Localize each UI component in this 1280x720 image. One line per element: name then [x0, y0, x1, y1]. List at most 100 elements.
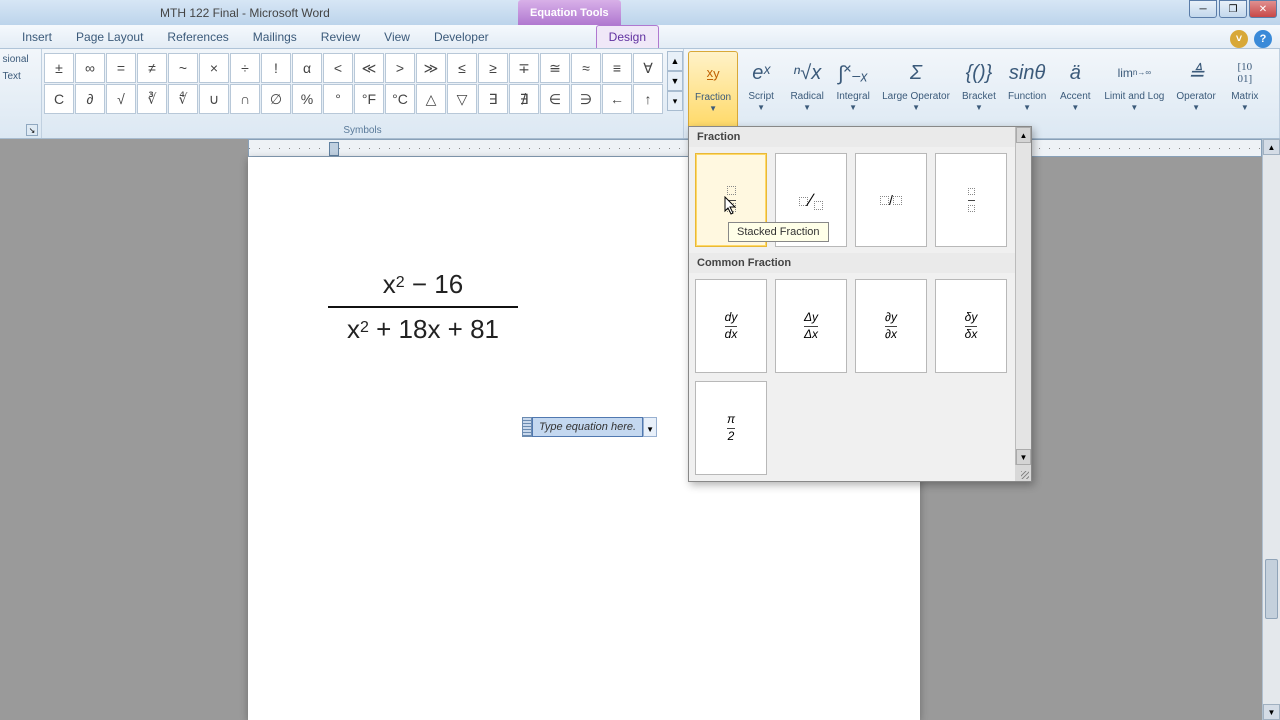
symbol-button[interactable]: ≥ [478, 53, 508, 83]
symbol-button[interactable]: α [292, 53, 322, 83]
tab-developer[interactable]: Developer [422, 26, 501, 48]
symbol-button[interactable]: ≅ [540, 53, 570, 83]
symbol-button[interactable]: ≠ [137, 53, 167, 83]
symbol-button[interactable]: ! [261, 53, 291, 83]
vertical-scrollbar[interactable]: ▲ ▼ [1262, 139, 1280, 720]
symbol-button[interactable]: ∀ [633, 53, 663, 83]
gallery-item-common-fraction[interactable]: ΔyΔx [775, 279, 847, 373]
tab-design[interactable]: Design [596, 25, 659, 48]
symbol-button[interactable]: ° [323, 84, 353, 114]
tools-professional[interactable]: sional [1, 51, 41, 68]
minimize-button[interactable]: ─ [1189, 0, 1217, 18]
symbol-button[interactable]: ↑ [633, 84, 663, 114]
equation-placeholder-dropdown[interactable]: ▼ [643, 417, 657, 437]
close-button[interactable]: ✕ [1249, 0, 1277, 18]
symbol-button[interactable]: C [44, 84, 74, 114]
symbol-button[interactable]: = [106, 53, 136, 83]
symbol-button[interactable]: ← [602, 84, 632, 114]
symbol-button[interactable]: °C [385, 84, 415, 114]
symbols-grid: ±∞=≠~×÷!α<≪>≫≤≥∓≅≈≡∀ C∂√∛∜∪∩∅%°°F°C△▽∃∄∈∋… [42, 51, 665, 116]
symbol-button[interactable]: °F [354, 84, 384, 114]
equation-placeholder[interactable]: Type equation here. ▼ [522, 417, 657, 437]
structure-radical[interactable]: ⁿ√xRadical▼ [784, 51, 830, 128]
scroll-up-button[interactable]: ▲ [1263, 139, 1280, 155]
symbol-button[interactable]: ± [44, 53, 74, 83]
symbol-button[interactable]: < [323, 53, 353, 83]
structure-accent[interactable]: äAccent▼ [1052, 51, 1098, 128]
tab-review[interactable]: Review [309, 26, 372, 48]
indent-marker[interactable] [329, 142, 339, 156]
structure-fraction[interactable]: xyFraction▼ [688, 51, 738, 130]
symbol-button[interactable]: ∞ [75, 53, 105, 83]
symbol-button[interactable]: ≫ [416, 53, 446, 83]
tab-page-layout[interactable]: Page Layout [64, 26, 155, 48]
equation-fraction[interactable]: x2 − 16 x2 + 18x + 81 [328, 267, 518, 347]
equation-numerator[interactable]: x2 − 16 [328, 267, 518, 302]
symbol-button[interactable]: > [385, 53, 415, 83]
symbol-button[interactable]: ∩ [230, 84, 260, 114]
tab-mailings[interactable]: Mailings [241, 26, 309, 48]
symbol-button[interactable]: △ [416, 84, 446, 114]
ribbon-minimize-button[interactable]: ˅ [1230, 30, 1248, 48]
tab-insert[interactable]: Insert [10, 26, 64, 48]
symbol-button[interactable]: % [292, 84, 322, 114]
gallery-item-common-fraction[interactable]: δyδx [935, 279, 1007, 373]
symbol-button[interactable]: ~ [168, 53, 198, 83]
structure-script[interactable]: eˣScript▼ [738, 51, 784, 128]
structure-bracket[interactable]: {()}Bracket▼ [956, 51, 1002, 128]
help-button[interactable]: ? [1254, 30, 1272, 48]
tools-launcher[interactable]: ↘ [26, 124, 38, 136]
structure-large-operator[interactable]: ΣLarge Operator▼ [876, 51, 956, 128]
tab-view[interactable]: View [372, 26, 422, 48]
ribbon-group-tools: sional Text ↘ [0, 49, 42, 138]
fraction-gallery-dropdown: Fraction ∕ / Common Fraction dydxΔyΔx∂y∂… [688, 126, 1032, 482]
equation-placeholder-text[interactable]: Type equation here. [532, 417, 643, 437]
symbol-button[interactable]: ≪ [354, 53, 384, 83]
scroll-down-button[interactable]: ▼ [1263, 704, 1280, 720]
symbol-button[interactable]: ≈ [571, 53, 601, 83]
structure-function[interactable]: sinθFunction▼ [1002, 51, 1052, 128]
symbol-button[interactable]: ≡ [602, 53, 632, 83]
symbol-button[interactable]: ∈ [540, 84, 570, 114]
symbol-button[interactable]: ∃ [478, 84, 508, 114]
equation-denominator[interactable]: x2 + 18x + 81 [328, 312, 518, 347]
symbol-button[interactable]: ∂ [75, 84, 105, 114]
symbol-button[interactable]: ∄ [509, 84, 539, 114]
gallery-item-small-fraction[interactable] [935, 153, 1007, 247]
gallery-item-linear-fraction[interactable]: / [855, 153, 927, 247]
gallery-scroll-down[interactable]: ▼ [1016, 449, 1031, 465]
context-tab-equation-tools[interactable]: Equation Tools [518, 0, 621, 25]
symbol-button[interactable]: ∓ [509, 53, 539, 83]
tooltip-stacked-fraction: Stacked Fraction [728, 222, 829, 242]
gallery-item-common-fraction[interactable]: π2 [695, 381, 767, 475]
symbols-scroll: ▲ ▼ ▾ [667, 51, 683, 116]
gallery-resize-handle[interactable] [1015, 465, 1031, 481]
symbol-button[interactable]: ∛ [137, 84, 167, 114]
structure-integral[interactable]: ∫˟₋ₓIntegral▼ [830, 51, 876, 128]
symbol-button[interactable]: ▽ [447, 84, 477, 114]
symbol-button[interactable]: ∋ [571, 84, 601, 114]
equation-placeholder-handle[interactable] [522, 417, 532, 437]
restore-button[interactable]: ❐ [1219, 0, 1247, 18]
structure-matrix[interactable]: [10 01]Matrix▼ [1222, 51, 1268, 128]
symbol-button[interactable]: ≤ [447, 53, 477, 83]
symbol-button[interactable]: ∜ [168, 84, 198, 114]
tools-text[interactable]: Text [1, 68, 41, 85]
symbol-button[interactable]: √ [106, 84, 136, 114]
symbols-scroll-up[interactable]: ▲ [667, 51, 683, 71]
symbol-button[interactable]: ∪ [199, 84, 229, 114]
symbol-button[interactable]: ∅ [261, 84, 291, 114]
symbols-scroll-down[interactable]: ▼ [667, 71, 683, 91]
symbol-button[interactable]: × [199, 53, 229, 83]
structure-limit-log[interactable]: limn→∞Limit and Log▼ [1098, 51, 1170, 128]
gallery-item-common-fraction[interactable]: ∂y∂x [855, 279, 927, 373]
title-bar: MTH 122 Final - Microsoft Word Equation … [0, 0, 1280, 25]
scroll-thumb[interactable] [1265, 559, 1278, 619]
tab-references[interactable]: References [155, 26, 240, 48]
gallery-scrollbar[interactable]: ▲ ▼ [1015, 127, 1031, 465]
gallery-item-common-fraction[interactable]: dydx [695, 279, 767, 373]
structure-operator[interactable]: ≜Operator▼ [1170, 51, 1221, 128]
symbol-button[interactable]: ÷ [230, 53, 260, 83]
symbols-scroll-more[interactable]: ▾ [667, 91, 683, 111]
gallery-scroll-up[interactable]: ▲ [1016, 127, 1031, 143]
